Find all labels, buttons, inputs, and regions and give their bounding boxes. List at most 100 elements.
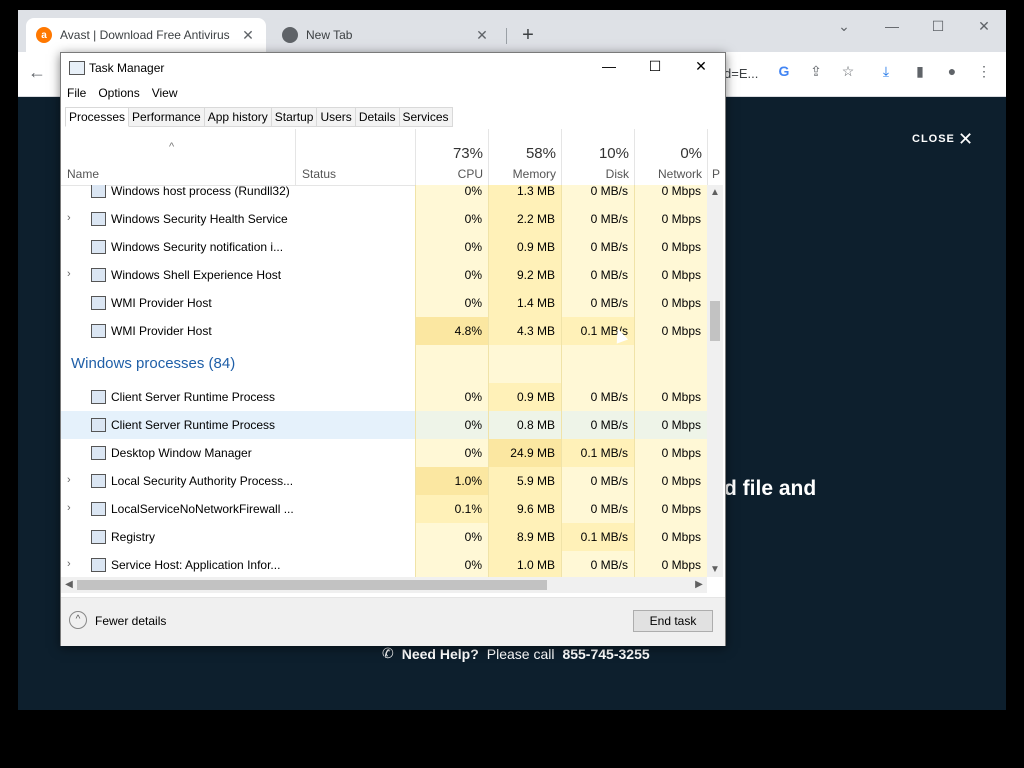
close-tab-icon[interactable]: ✕ [474, 27, 490, 44]
group-header[interactable]: Windows processes (84) [61, 345, 707, 383]
cell-net: 0 Mbps [634, 467, 707, 495]
column-network[interactable]: 0% Network [634, 129, 708, 185]
scroll-up-icon[interactable]: ▲ [707, 187, 723, 198]
process-icon [91, 502, 106, 516]
table-row[interactable]: WMI Provider Host 4.8% 4.3 MB 0.1 MB/s 0 Mbp… [61, 317, 707, 345]
tab-users[interactable]: Users [317, 107, 356, 127]
menu-options[interactable]: Options [92, 83, 145, 103]
cell-mem: 0.9 MB [488, 383, 561, 411]
back-button[interactable]: ← [28, 62, 46, 83]
process-name: Registry [111, 530, 156, 544]
scroll-right-icon[interactable]: ▶ [691, 579, 707, 590]
cell-cpu: 0.1% [415, 495, 488, 523]
close-tab-icon[interactable]: ✕ [240, 27, 256, 44]
chevron-right-icon[interactable]: › [67, 212, 71, 224]
chevron-right-icon[interactable]: › [67, 474, 71, 486]
menu-view[interactable]: View [146, 83, 184, 103]
chevron-right-icon[interactable]: › [67, 558, 71, 570]
title-bar[interactable]: Task Manager — ☐ ✕ [61, 53, 725, 83]
table-row[interactable]: › Windows Shell Experience Host 0% 9.2 MB 0 … [61, 261, 707, 289]
chevron-up-icon[interactable]: ^ [69, 611, 87, 629]
bookmark-star-icon[interactable]: ☆ [838, 63, 858, 83]
close-window-button[interactable]: ✕ [970, 18, 998, 38]
table-row[interactable]: Client Server Runtime Process 0% 0.9 MB 0 M… [61, 383, 707, 411]
disk-total: 10% [598, 145, 629, 162]
close-icon[interactable]: ✕ [958, 129, 973, 150]
vertical-scrollbar[interactable]: ▲ ▼ [707, 185, 723, 577]
cell-cpu: 0% [415, 233, 488, 261]
table-row[interactable]: Registry 0% 8.9 MB 0.1 MB/s 0 Mbps [61, 523, 707, 551]
vertical-scroll-thumb[interactable] [710, 301, 720, 341]
horizontal-scrollbar[interactable]: ◀ ▶ [61, 577, 707, 593]
column-memory[interactable]: 58% Memory [488, 129, 562, 185]
help-phone[interactable]: 855-745-3255 [562, 646, 649, 662]
maximize-button[interactable]: ☐ [924, 18, 952, 38]
group-label: Windows processes (84) [71, 355, 236, 372]
cell-mem: 0.8 MB [488, 411, 561, 439]
column-cpu[interactable]: 73% CPU [415, 129, 489, 185]
process-name: Windows Security notification i... [111, 240, 284, 254]
table-row[interactable]: Windows host process (Rundll32) 0% 1.3 MB 0… [61, 185, 707, 205]
column-power[interactable]: P [707, 129, 726, 185]
cell-mem: 9.6 MB [488, 495, 561, 523]
process-name: Desktop Window Manager [111, 446, 252, 460]
table-row[interactable]: › LocalServiceNoNetworkFirewall ... 0.1% 9.… [61, 495, 707, 523]
profile-icon[interactable]: ● [942, 63, 962, 83]
sort-ascending-icon: ^ [169, 141, 175, 153]
cell-net: 0 Mbps [634, 383, 707, 411]
process-icon [91, 240, 106, 254]
minimize-button[interactable]: — [589, 58, 629, 78]
process-icon [91, 530, 106, 544]
close-link[interactable]: CLOSE [912, 133, 955, 145]
power-label: P [712, 167, 721, 181]
tab-details[interactable]: Details [355, 107, 400, 127]
download-icon[interactable]: ⤓ [876, 63, 896, 83]
tab-search-icon[interactable]: ⌄ [830, 18, 858, 38]
chevron-right-icon[interactable]: › [67, 268, 71, 280]
minimize-button[interactable]: — [878, 18, 906, 38]
table-row[interactable]: › Windows Security Health Service 0% 2.2 MB… [61, 205, 707, 233]
fewer-details-link[interactable]: Fewer details [95, 614, 166, 628]
column-disk[interactable]: 10% Disk [561, 129, 635, 185]
cell-disk: 0.1 MB/s [561, 523, 634, 551]
more-menu-icon[interactable]: ⋮ [974, 63, 994, 83]
close-button[interactable]: ✕ [681, 58, 721, 78]
column-name[interactable]: Name [67, 167, 99, 181]
tab-performance[interactable]: Performance [129, 107, 205, 127]
share-icon[interactable]: ⇪ [806, 63, 826, 83]
google-icon[interactable]: G [774, 63, 794, 83]
tab-processes[interactable]: Processes [65, 107, 130, 127]
column-status-cell[interactable]: Status [295, 129, 416, 185]
maximize-button[interactable]: ☐ [635, 58, 675, 78]
help-text: Please call [486, 645, 555, 662]
cell-mem: 8.9 MB [488, 523, 561, 551]
process-name: Windows Security Health Service [111, 212, 288, 226]
table-row[interactable]: › Local Security Authority Process... 1.0%… [61, 467, 707, 495]
scroll-left-icon[interactable]: ◀ [61, 579, 77, 590]
horizontal-scroll-thumb[interactable] [77, 580, 547, 590]
tab-services[interactable]: Services [399, 107, 453, 127]
tab-startup[interactable]: Startup [271, 107, 318, 127]
table-row[interactable]: Desktop Window Manager 0% 24.9 MB 0.1 MB/s 0… [61, 439, 707, 467]
table-row[interactable]: Client Server Runtime Process 0% 0.8 MB 0 M… [61, 411, 707, 439]
cpu-label: CPU [457, 167, 483, 181]
network-total: 0% [680, 145, 702, 162]
new-tab-button[interactable]: + [518, 24, 538, 46]
window-title: Task Manager [89, 61, 165, 75]
scroll-down-icon[interactable]: ▼ [707, 564, 723, 575]
end-task-button[interactable]: End task [633, 610, 713, 632]
side-panel-icon[interactable]: ▮ [910, 63, 930, 83]
table-row[interactable]: Windows Security notification i... 0% 0.9 … [61, 233, 707, 261]
memory-total: 58% [525, 145, 556, 162]
table-row[interactable]: › Service Host: Application Infor... 0% 1.0… [61, 551, 707, 577]
menu-file[interactable]: File [61, 83, 92, 103]
tab-new-tab[interactable]: New Tab ✕ [272, 22, 500, 48]
tab-app-history[interactable]: App history [204, 107, 272, 127]
chevron-right-icon[interactable]: › [67, 502, 71, 514]
table-row[interactable]: WMI Provider Host 0% 1.4 MB 0 MB/s 0 Mbps [61, 289, 707, 317]
cell-mem: 1.4 MB [488, 289, 561, 317]
process-name: Client Server Runtime Process [111, 390, 276, 404]
cell-mem: 1.3 MB [488, 185, 561, 205]
tab-avast[interactable]: a Avast | Download Free Antivirus ✕ [26, 18, 266, 52]
omnibox-text[interactable]: d=E... [724, 66, 758, 81]
